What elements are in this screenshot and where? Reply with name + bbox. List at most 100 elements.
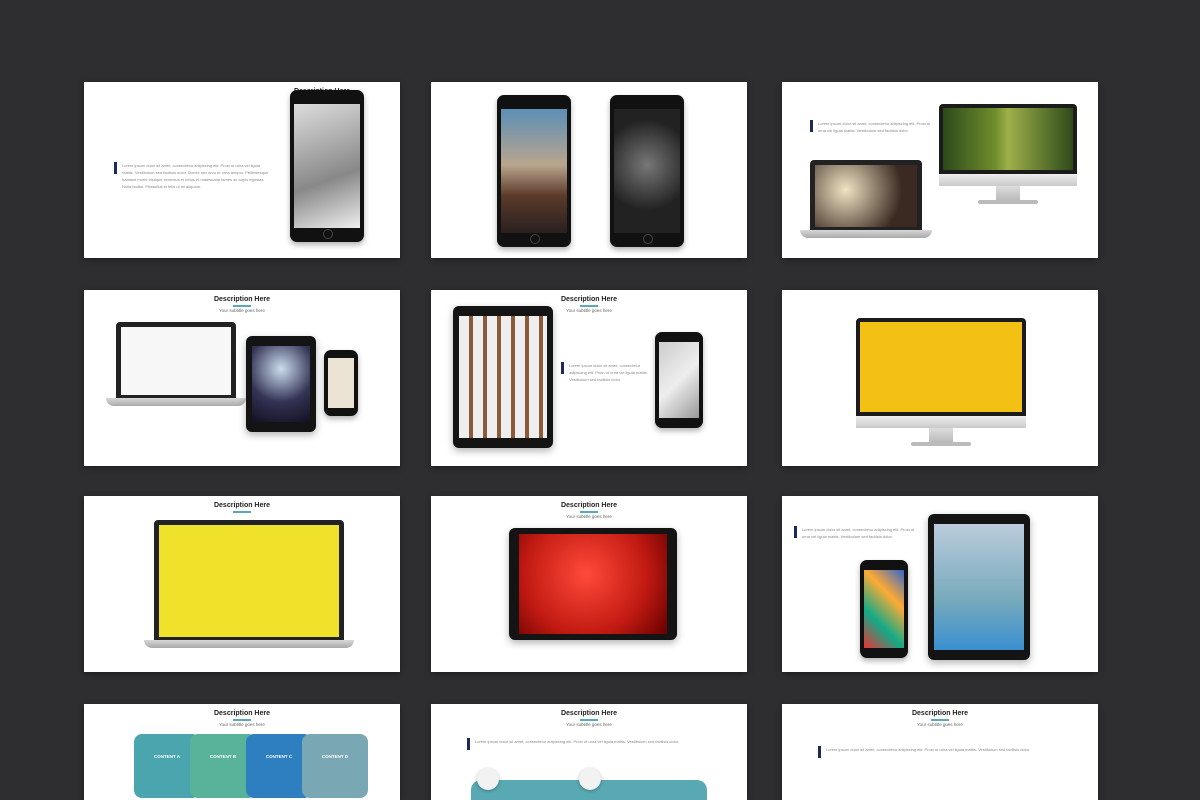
laptop-base [144, 640, 354, 648]
slide-header: Description Here Your subtitle goes here [529, 710, 649, 727]
content-card-label: CONTENT C [265, 754, 293, 759]
slide-subtitle: Your subtitle goes here [566, 514, 612, 519]
title-underline [580, 511, 598, 513]
monitor-foot [978, 200, 1038, 204]
slide-header: Description Here Your subtitle goes here [529, 502, 649, 519]
phone-screen [328, 358, 354, 408]
slide-title: Description Here [560, 502, 618, 509]
monitor-neck [929, 428, 953, 442]
body-paragraph: Lorem ipsum dolor sit amet, consectetur … [569, 363, 648, 382]
slide-subtitle: Your subtitle goes here [219, 722, 265, 727]
phone-device-icon [860, 560, 908, 658]
home-button [323, 229, 333, 239]
content-card-label: CONTENT B [209, 754, 237, 759]
laptop-screen [121, 327, 231, 395]
text-marker [794, 526, 797, 538]
phone-screen [614, 109, 680, 233]
laptop-base [800, 230, 932, 238]
tablet-device-icon [453, 306, 553, 448]
slide-title: Description Here [213, 296, 271, 303]
slide-title: Description Here [560, 710, 618, 717]
body-text-block: Lorem ipsum dolor sit amet, consectetur … [818, 746, 1066, 758]
phone-device-icon [324, 350, 358, 416]
tablet-screen [252, 346, 310, 422]
phone-device-icon [655, 332, 703, 428]
slide-header: Description Here Your subtitle goes here [880, 710, 1000, 727]
slide-thumbnail-10[interactable]: Description Here Your subtitle goes here… [84, 704, 400, 800]
text-marker [114, 162, 117, 174]
slide-thumbnail-4[interactable]: Description Here Your subtitle goes here [84, 290, 400, 466]
text-marker [810, 120, 813, 132]
laptop-device-icon [144, 520, 354, 648]
laptop-screen [159, 525, 339, 637]
slide-header: Description Here Your subtitle goes here [182, 296, 302, 313]
slide-thumbnail-8[interactable]: Description Here Your subtitle goes here [431, 496, 747, 672]
laptop-lid [810, 160, 922, 230]
slide-subtitle: Your subtitle goes here [566, 722, 612, 727]
monitor-device-icon [856, 318, 1026, 456]
slide-thumbnail-2[interactable] [431, 82, 747, 258]
phone-screen [659, 342, 699, 418]
slide-thumbnail-9[interactable]: Lorem ipsum dolor sit amet, consectetur … [782, 496, 1098, 672]
slide-title: Description Here [213, 710, 271, 717]
content-card-label: CONTENT D [321, 754, 349, 759]
phone-device-icon [290, 90, 364, 242]
slide-subtitle: Your subtitle goes here [917, 722, 963, 727]
title-underline [931, 719, 949, 721]
slide-thumbnail-11[interactable]: Description Here Your subtitle goes here… [431, 704, 747, 800]
body-text-block: Lorem ipsum dolor sit amet, consectetur … [810, 120, 938, 134]
phone-screen [294, 104, 360, 228]
slide-thumbnail-5[interactable]: Description Here Your subtitle goes here… [431, 290, 747, 466]
monitor-frame [856, 318, 1026, 416]
slide-thumbnail-6[interactable] [782, 290, 1098, 466]
monitor-screen [860, 322, 1022, 412]
phone-device-icon [610, 95, 684, 247]
laptop-device-icon [800, 160, 932, 238]
tablet-screen [519, 534, 667, 634]
laptop-lid [154, 520, 344, 640]
title-underline [233, 305, 251, 307]
slide-thumbnail-7[interactable]: Description Here [84, 496, 400, 672]
slide-thumbnail-1[interactable]: Description Here Your subtitle goes here… [84, 82, 400, 258]
phone-screen [501, 109, 567, 233]
slide-header: Description Here Your subtitle goes here [182, 710, 302, 727]
title-underline [233, 511, 251, 513]
process-step-icon [579, 768, 601, 790]
body-paragraph: Lorem ipsum dolor sit amet, consectetur … [475, 739, 680, 744]
monitor-chin [939, 174, 1077, 186]
tablet-device-icon [246, 336, 316, 432]
tablet-screen [934, 524, 1024, 650]
text-marker [467, 738, 470, 750]
process-step-icon [477, 768, 499, 790]
monitor-chin [856, 416, 1026, 428]
content-card-label: CONTENT A [153, 754, 181, 759]
body-paragraph: Lorem ipsum dolor sit amet, consectetur … [802, 527, 915, 539]
slide-title: Description Here [911, 710, 969, 717]
body-text-block: Lorem ipsum dolor sit amet, consectetur … [114, 162, 272, 190]
slide-thumbnail-3[interactable]: Lorem ipsum dolor sit amet, consectetur … [782, 82, 1098, 258]
monitor-foot [911, 442, 971, 446]
tablet-device-icon [928, 514, 1030, 660]
slide-title: Description Here [560, 296, 618, 303]
body-text-block: Lorem ipsum dolor sit amet, consectetur … [794, 526, 922, 540]
monitor-neck [996, 186, 1020, 200]
body-paragraph: Lorem ipsum dolor sit amet, consectetur … [818, 121, 931, 133]
text-marker [561, 362, 564, 374]
text-marker [818, 746, 821, 758]
body-paragraph: Lorem ipsum dolor sit amet, consectetur … [122, 163, 269, 189]
home-button [530, 234, 540, 244]
tablet-screen [459, 316, 547, 438]
monitor-screen [943, 108, 1073, 170]
tablet-device-icon [509, 528, 677, 640]
laptop-screen [815, 165, 917, 227]
phone-device-icon [497, 95, 571, 247]
monitor-device-icon [939, 104, 1077, 214]
home-button [643, 234, 653, 244]
laptop-base [106, 398, 246, 406]
slide-header: Description Here [182, 502, 302, 514]
slide-subtitle: Your subtitle goes here [219, 308, 265, 313]
phone-screen [864, 570, 904, 648]
body-paragraph: Lorem ipsum dolor sit amet, consectetur … [826, 747, 1031, 752]
slide-thumbnail-12[interactable]: Description Here Your subtitle goes here… [782, 704, 1098, 800]
laptop-device-icon [106, 322, 246, 406]
